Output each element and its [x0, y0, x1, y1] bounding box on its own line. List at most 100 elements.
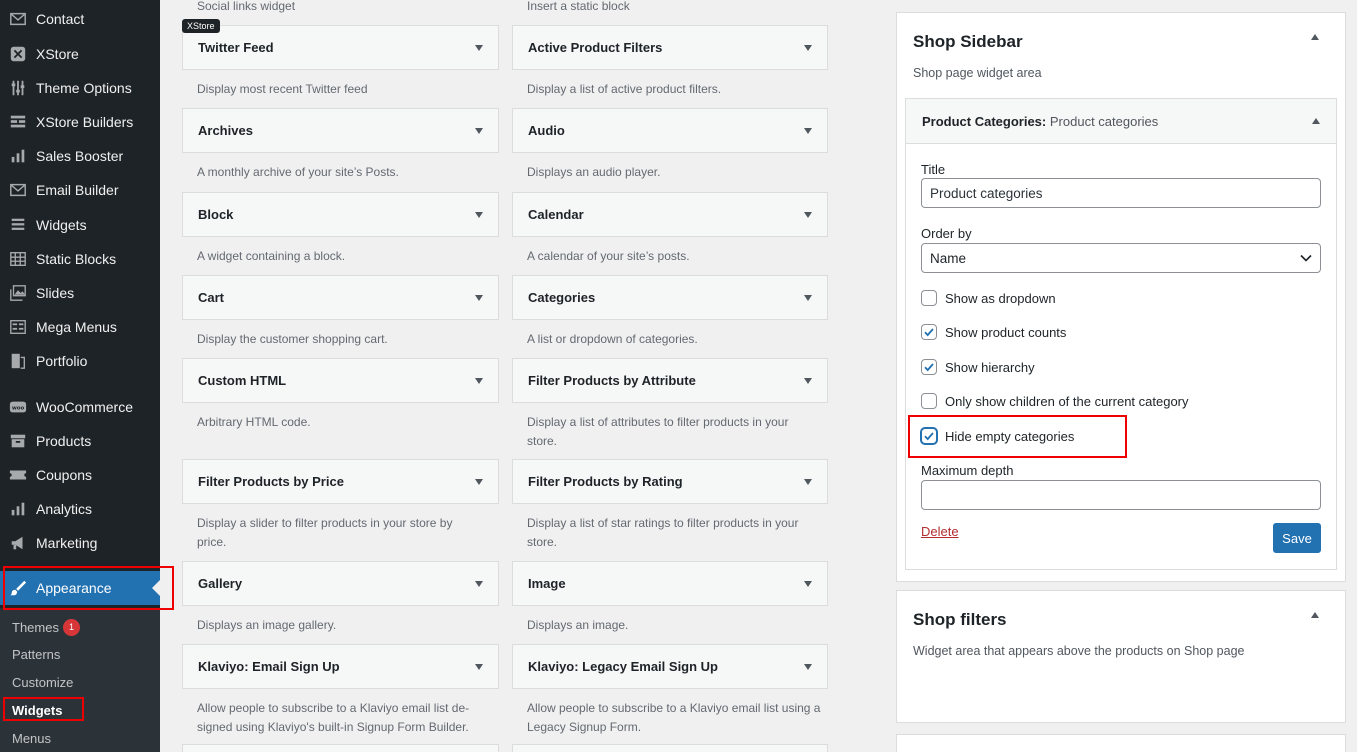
widget-calendar[interactable]: Calendar [512, 192, 828, 237]
save-button[interactable]: Save [1273, 523, 1321, 553]
widget-filter-by-price[interactable]: Filter Products by Price [182, 459, 499, 504]
caret-down-icon[interactable] [804, 211, 812, 218]
sidebar-item-widgets[interactable]: Widgets [0, 208, 160, 242]
sidebar-item-theme-options[interactable]: Theme Options [0, 71, 160, 105]
svg-text:woo: woo [12, 405, 25, 411]
widget-description: Display the customer shopping cart. [197, 332, 388, 346]
checkbox-show-counts[interactable]: Show product counts [921, 323, 1066, 341]
caret-down-icon[interactable] [475, 663, 483, 670]
sidebar-item-slides[interactable]: Slides [0, 276, 160, 310]
widget-klaviyo-legacy-signup[interactable]: Klaviyo: Legacy Email Sign Up [512, 644, 828, 689]
sidebar-item-portfolio[interactable]: Portfolio [0, 344, 160, 378]
widget-description: Allow people to subscribe to a Klaviyo e… [527, 701, 821, 734]
sidebar-item-label: Analytics [36, 501, 93, 517]
caret-down-icon[interactable] [475, 294, 483, 301]
caret-down-icon[interactable] [475, 211, 483, 218]
sidebar-item-sales-booster[interactable]: Sales Booster [0, 139, 160, 173]
sidebar-item-xstore[interactable]: XStore [0, 37, 160, 71]
caret-down-icon[interactable] [804, 377, 812, 384]
title-label: Title [921, 162, 946, 177]
widget-filter-by-rating[interactable]: Filter Products by Rating [512, 459, 828, 504]
archive-icon [0, 432, 36, 450]
widget-description: A list or dropdown of categories. [527, 332, 698, 346]
checkmark-icon [924, 328, 934, 337]
sidebar-item-email-builder[interactable]: Email Builder [0, 173, 160, 207]
sidebar-item-appearance[interactable]: Appearance [0, 571, 160, 605]
widget-next[interactable] [182, 744, 499, 752]
caret-down-icon[interactable] [804, 580, 812, 587]
sidebar-item-contact[interactable]: Contact [0, 2, 160, 36]
widget-cart[interactable]: Cart [182, 275, 499, 320]
sliders-icon [0, 79, 36, 97]
widget-categories[interactable]: Categories [512, 275, 828, 320]
next-widget-area [896, 734, 1346, 752]
caret-down-icon[interactable] [475, 44, 483, 51]
widget-description: Display a list of active product filters… [527, 82, 722, 96]
widget-next[interactable] [512, 744, 828, 752]
widget-title: Cart [198, 290, 225, 305]
checkbox-show-dropdown[interactable]: Show as dropdown [921, 289, 1056, 307]
sidebar-item-xstore-builders[interactable]: XStore Builders [0, 105, 160, 139]
submenu-item-patterns[interactable]: Patterns [12, 645, 60, 665]
widget-audio[interactable]: Audio [512, 108, 828, 153]
submenu-item-widgets[interactable]: Widgets [12, 701, 62, 721]
widget-active-product-filters[interactable]: Active Product Filters [512, 25, 828, 70]
caret-down-icon[interactable] [475, 377, 483, 384]
max-depth-input[interactable] [921, 480, 1321, 510]
widget-image[interactable]: Image [512, 561, 828, 606]
widget-description: Arbitrary HTML code. [197, 415, 311, 429]
checkbox-only-children[interactable]: Only show children of the current catego… [921, 392, 1189, 410]
sidebar-item-analytics[interactable]: Analytics [0, 492, 160, 526]
widget-title: Active Product Filters [528, 40, 663, 55]
widget-custom-html[interactable]: Custom HTML [182, 358, 499, 403]
caret-down-icon[interactable] [804, 663, 812, 670]
checkbox-hide-empty[interactable]: Hide empty categories [921, 427, 1074, 445]
widget-klaviyo-email-signup[interactable]: Klaviyo: Email Sign Up [182, 644, 499, 689]
orderby-select[interactable]: Name [921, 243, 1321, 273]
sidebar-item-label: Coupons [36, 467, 93, 483]
title-input[interactable] [921, 178, 1321, 208]
sidebar-item-coupons[interactable]: Coupons [0, 458, 160, 492]
envelope-icon [0, 10, 36, 28]
submenu-item-themes[interactable]: Themes 1 [12, 618, 80, 638]
widget-description: A monthly archive of your site’s Posts. [197, 165, 399, 179]
orderby-label: Order by [921, 226, 972, 241]
widget-title: Block [198, 207, 234, 222]
widget-block[interactable]: Block [182, 192, 499, 237]
widget-twitter-feed[interactable]: Twitter Feed [182, 25, 499, 70]
submenu-item-menus[interactable]: Menus [12, 729, 51, 749]
widget-description: Displays an image. [527, 618, 629, 632]
sidebar-item-static-blocks[interactable]: Static Blocks [0, 242, 160, 276]
caret-down-icon[interactable] [475, 478, 483, 485]
sidebar-item-products[interactable]: Products [0, 424, 160, 458]
widget-header[interactable]: Product Categories: Product categories [906, 99, 1336, 144]
collapse-arrow-icon[interactable] [1312, 118, 1320, 124]
checkbox-checked[interactable] [921, 359, 937, 375]
checkbox-show-hierarchy[interactable]: Show hierarchy [921, 358, 1035, 376]
widget-archives[interactable]: Archives [182, 108, 499, 153]
widget-filter-by-attribute[interactable]: Filter Products by Attribute [512, 358, 828, 403]
caret-down-icon[interactable] [804, 294, 812, 301]
widget-description: Display a list of attributes to filter p… [527, 415, 789, 448]
collapse-arrow-icon[interactable] [1311, 34, 1319, 40]
sidebar-item-woocommerce[interactable]: woo WooCommerce [0, 390, 160, 424]
widget-gallery[interactable]: Gallery [182, 561, 499, 606]
caret-down-icon[interactable] [804, 127, 812, 134]
sidebar-item-mega-menus[interactable]: Mega Menus [0, 310, 160, 344]
caret-down-icon[interactable] [804, 44, 812, 51]
area-title: Shop filters [913, 610, 1007, 629]
caret-down-icon[interactable] [475, 127, 483, 134]
delete-link[interactable]: Delete [921, 524, 959, 539]
checkbox[interactable] [921, 290, 937, 306]
collapse-arrow-icon[interactable] [1311, 612, 1319, 618]
checkbox-checked[interactable] [921, 324, 937, 340]
checkmark-icon [924, 432, 934, 441]
sidebar-item-label: Appearance [36, 580, 112, 596]
submenu-item-customize[interactable]: Customize [12, 673, 73, 693]
checkbox-checked[interactable] [921, 428, 937, 444]
sidebar-item-marketing[interactable]: Marketing [0, 526, 160, 560]
caret-down-icon[interactable] [475, 580, 483, 587]
checkbox-label: Hide empty categories [945, 428, 1075, 444]
caret-down-icon[interactable] [804, 478, 812, 485]
checkbox[interactable] [921, 393, 937, 409]
